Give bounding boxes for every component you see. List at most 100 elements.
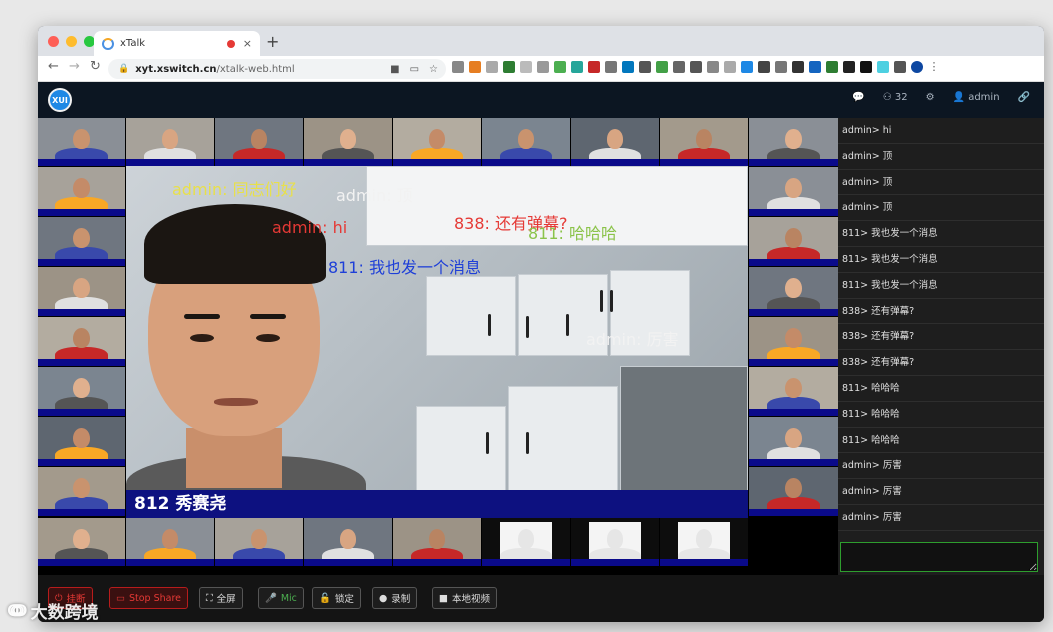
back-icon[interactable]: ← xyxy=(48,59,59,74)
participant-video-tile[interactable] xyxy=(749,217,838,266)
settings-gear-icon[interactable]: ⚙ xyxy=(926,92,935,103)
participant-video-tile[interactable] xyxy=(571,118,659,166)
extension-icon[interactable] xyxy=(826,61,838,73)
extension-icon[interactable] xyxy=(707,61,719,73)
participant-label-bar xyxy=(482,559,570,566)
participant-video-tile[interactable] xyxy=(749,417,838,466)
extension-icon[interactable] xyxy=(486,61,498,73)
extension-icon[interactable] xyxy=(588,61,600,73)
participant-video-tile[interactable] xyxy=(660,118,748,166)
participant-video-tile[interactable] xyxy=(38,518,125,566)
browser-tab-bar: xTalk × + xyxy=(38,26,1044,56)
participant-video-tile[interactable] xyxy=(38,467,125,516)
participant-video-tile[interactable] xyxy=(38,167,125,216)
extension-icon[interactable] xyxy=(605,61,617,73)
participant-video-tile[interactable] xyxy=(393,118,481,166)
participant-video-tile[interactable] xyxy=(126,518,214,566)
address-bar[interactable]: 🔒 xyt.xswitch.cn /xtalk-web.html ■ ▭ ☆ xyxy=(108,59,446,79)
chat-bubble-icon[interactable]: 💬 xyxy=(852,92,864,103)
participant-video-tile[interactable] xyxy=(38,217,125,266)
extension-icon[interactable] xyxy=(724,61,736,73)
mic-button[interactable]: 🎤 Mic xyxy=(258,587,304,609)
participant-video-tile[interactable] xyxy=(215,518,303,566)
extension-icon[interactable] xyxy=(673,61,685,73)
reload-icon[interactable]: ↻ xyxy=(90,59,101,74)
extension-icon[interactable] xyxy=(656,61,668,73)
extension-icon[interactable] xyxy=(877,61,889,73)
extensions-bar: ⋮ xyxy=(452,61,940,73)
participants-button[interactable]: ⚇ 32 xyxy=(883,92,908,103)
participant-head xyxy=(785,277,802,299)
forward-icon[interactable]: → xyxy=(69,59,80,74)
participant-video-tile[interactable] xyxy=(38,367,125,416)
participant-video-tile[interactable] xyxy=(38,118,125,166)
app-header: XUI 💬 ⚇ 32 ⚙ 👤 admin 🔗 xyxy=(38,82,1044,118)
participant-video-tile[interactable] xyxy=(304,518,392,566)
mic-label: Mic xyxy=(280,592,297,604)
extension-icon[interactable] xyxy=(537,61,549,73)
extension-icon[interactable] xyxy=(809,61,821,73)
stop-share-button[interactable]: ▭ Stop Share xyxy=(109,587,189,609)
extension-icon[interactable] xyxy=(469,61,481,73)
participant-video-tile[interactable] xyxy=(38,267,125,316)
extension-icon[interactable] xyxy=(520,61,532,73)
participant-video-tile[interactable] xyxy=(749,367,838,416)
extension-icon[interactable] xyxy=(860,61,872,73)
extension-icon[interactable] xyxy=(741,61,753,73)
extension-icon[interactable] xyxy=(690,61,702,73)
tab-close-icon[interactable]: × xyxy=(243,37,252,50)
participant-video-tile[interactable] xyxy=(749,267,838,316)
minimize-window-button[interactable] xyxy=(66,36,77,47)
extension-icon[interactable] xyxy=(639,61,651,73)
new-tab-button[interactable]: + xyxy=(266,32,279,51)
chat-message: 811> 哈哈哈 xyxy=(838,428,1044,454)
browser-tab[interactable]: xTalk × xyxy=(94,31,260,56)
participant-video-tile[interactable] xyxy=(38,417,125,466)
participant-video-tile[interactable] xyxy=(482,518,570,566)
mouth xyxy=(214,398,258,406)
bookmark-star-icon[interactable]: ☆ xyxy=(429,64,438,75)
user-menu[interactable]: 👤 admin xyxy=(953,92,1000,103)
extension-icon[interactable] xyxy=(571,61,583,73)
participant-video-tile[interactable] xyxy=(571,518,659,566)
participant-video-tile[interactable] xyxy=(749,467,838,516)
close-window-button[interactable] xyxy=(48,36,59,47)
extension-icon[interactable] xyxy=(792,61,804,73)
participant-head xyxy=(785,177,802,199)
extension-icon[interactable] xyxy=(452,61,464,73)
record-button[interactable]: ● 录制 xyxy=(372,587,418,609)
participant-label-bar xyxy=(749,209,838,216)
participant-video-tile[interactable] xyxy=(304,118,392,166)
lock-button[interactable]: 🔓 锁定 xyxy=(312,587,361,609)
participant-video-tile[interactable] xyxy=(38,317,125,366)
participant-video-tile[interactable] xyxy=(215,118,303,166)
participant-video-tile[interactable] xyxy=(482,118,570,166)
extensions-puzzle-icon[interactable] xyxy=(894,61,906,73)
participant-video-tile[interactable] xyxy=(749,317,838,366)
local-video-button[interactable]: ■ 本地视频 xyxy=(432,587,497,609)
browser-menu-icon[interactable]: ⋮ xyxy=(928,61,940,73)
participant-video-tile[interactable] xyxy=(126,118,214,166)
participant-video-tile[interactable] xyxy=(660,518,748,566)
participant-video-tile[interactable] xyxy=(393,518,481,566)
cast-icon[interactable]: ▭ xyxy=(410,64,419,75)
participant-video-tile[interactable] xyxy=(749,118,838,166)
main-video[interactable]: admin: 同志们好 admin: 顶 838: 还有弹幕? 811: 哈哈哈… xyxy=(126,166,748,518)
extension-icon[interactable] xyxy=(503,61,515,73)
microphone-icon: 🎤 xyxy=(265,592,277,604)
link-icon[interactable]: 🔗 xyxy=(1018,92,1030,103)
fullscreen-button[interactable]: ⛶ 全屏 xyxy=(199,587,243,609)
profile-avatar-icon[interactable] xyxy=(911,61,923,73)
chat-input[interactable] xyxy=(840,542,1038,572)
chat-message: admin> 顶 xyxy=(838,195,1044,222)
extension-icon[interactable] xyxy=(843,61,855,73)
participant-label-bar xyxy=(38,259,125,266)
extension-icon[interactable] xyxy=(758,61,770,73)
danmaku-message: admin: 顶 xyxy=(336,186,413,205)
chat-panel: admin> hi admin> 顶 admin> 顶 admin> 顶 811> 我也… xyxy=(838,118,1044,622)
extension-icon[interactable] xyxy=(554,61,566,73)
extension-icon[interactable] xyxy=(622,61,634,73)
camera-icon[interactable]: ■ xyxy=(390,64,399,75)
extension-icon[interactable] xyxy=(775,61,787,73)
participant-video-tile[interactable] xyxy=(749,167,838,216)
